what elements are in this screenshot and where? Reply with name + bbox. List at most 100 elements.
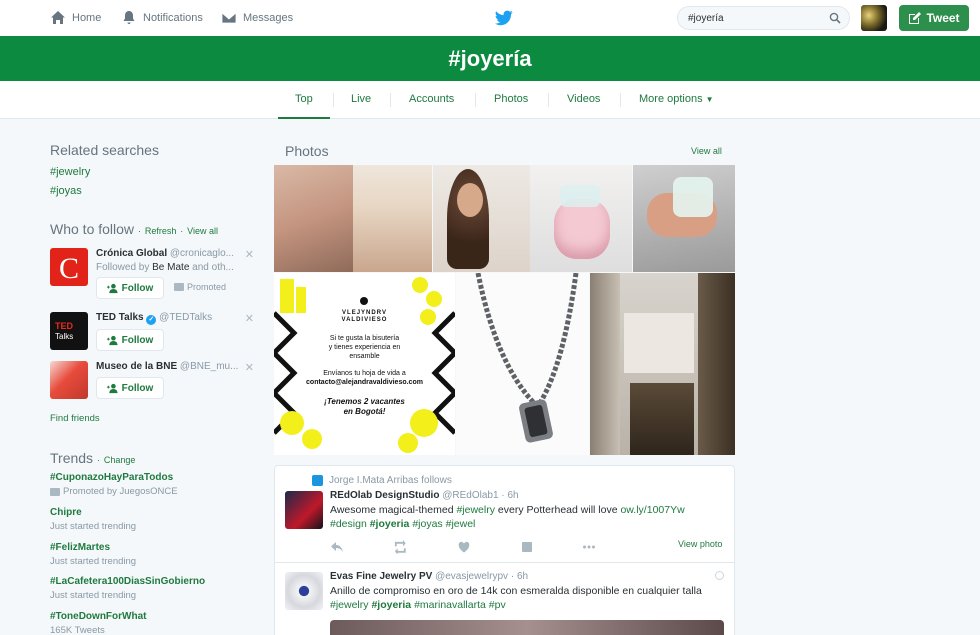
photo-grid: VLEJYNDRV VALDIVIESO Si te gusta la bisu… bbox=[274, 165, 735, 455]
photo-thumbnail[interactable] bbox=[590, 273, 735, 455]
hashtag-link-text: #joyeria bbox=[371, 599, 412, 611]
nav-messages-label: Messages bbox=[243, 12, 294, 24]
tweet-author[interactable]: REdOlab DesignStudio @REdOlab1 · 6h bbox=[330, 490, 519, 501]
tweet-time[interactable]: 6h bbox=[517, 571, 528, 582]
photo-thumbnail-ad[interactable]: VLEJYNDRV VALDIVIESO Si te gusta la bisu… bbox=[274, 273, 455, 455]
trend-name[interactable]: #ToneDownForWhat bbox=[50, 611, 146, 622]
add-user-icon bbox=[106, 383, 118, 393]
nav-home-label: Home bbox=[72, 12, 102, 24]
view-photo-link[interactable]: View photo bbox=[678, 539, 722, 549]
hashtag-link[interactable]: #design bbox=[330, 518, 367, 530]
trends-title: Trends bbox=[50, 450, 94, 466]
reply-icon[interactable] bbox=[330, 540, 344, 554]
ad-line: y tienes experiencia en bbox=[328, 344, 401, 351]
find-friends-link[interactable]: Find friends bbox=[50, 413, 100, 424]
tab-videos[interactable]: Videos bbox=[567, 81, 600, 119]
tweet-time[interactable]: 6h bbox=[507, 490, 518, 501]
follow-button[interactable]: Follow bbox=[96, 277, 164, 299]
tab-more-options[interactable]: More options ▼ bbox=[639, 81, 714, 119]
tab-photos[interactable]: Photos bbox=[494, 81, 528, 119]
trend-name[interactable]: Chipre bbox=[50, 507, 82, 518]
hashtag-link[interactable]: #pv bbox=[489, 599, 506, 611]
nav-home[interactable]: Home bbox=[50, 10, 101, 26]
avatar[interactable] bbox=[285, 491, 323, 529]
dismiss-icon[interactable]: ✕ bbox=[245, 361, 254, 374]
svg-text:TED: TED bbox=[55, 321, 74, 331]
avatar[interactable] bbox=[50, 361, 88, 399]
nav-notifications[interactable]: Notifications bbox=[121, 10, 203, 26]
dismiss-icon[interactable]: ✕ bbox=[245, 312, 254, 325]
hashtag-link[interactable]: #joyas bbox=[412, 518, 442, 530]
hashtag-link[interactable]: #joyeria bbox=[371, 599, 411, 611]
avatar[interactable] bbox=[285, 572, 323, 610]
follow-suggestion: TED Talks TED Talks ✓ @TEDTalks ✕ Follow bbox=[50, 312, 260, 352]
profile-avatar[interactable] bbox=[861, 5, 887, 31]
ad-line: Si te gusta la bisutería bbox=[329, 335, 400, 342]
avatar[interactable]: TED Talks bbox=[50, 312, 88, 350]
related-search-item[interactable]: #joyas bbox=[50, 185, 82, 197]
analytics-icon[interactable] bbox=[520, 540, 534, 554]
promoted-icon bbox=[50, 487, 60, 496]
related-search-item[interactable]: #jewelry bbox=[50, 166, 90, 178]
account-name-line[interactable]: TED Talks ✓ @TEDTalks bbox=[96, 312, 212, 325]
search-box[interactable] bbox=[677, 6, 850, 30]
photo-thumbnail[interactable] bbox=[530, 165, 632, 272]
hashtag-link[interactable]: #jewelry bbox=[330, 599, 369, 611]
tweet-url-link[interactable]: ow.ly/1007Yw bbox=[620, 504, 684, 516]
photo-thumbnail[interactable] bbox=[274, 165, 353, 272]
follow-button[interactable]: Follow bbox=[96, 329, 164, 351]
top-navigation-bar: Home Notifications Messages Tweet bbox=[0, 0, 980, 36]
photo-interior bbox=[624, 313, 694, 373]
tweet-stream: Jorge I.Mata Arribas follows REdOlab Des… bbox=[274, 465, 735, 635]
tab-accounts[interactable]: Accounts bbox=[409, 81, 454, 119]
necklace-graphic bbox=[475, 273, 579, 443]
tweet-button-label: Tweet bbox=[926, 11, 960, 25]
verified-icon: ✓ bbox=[146, 315, 157, 325]
nav-messages[interactable]: Messages bbox=[221, 10, 293, 26]
trend-name[interactable]: #FelizMartes bbox=[50, 542, 110, 553]
tweet-author-handle: @evasjewelrypv bbox=[435, 571, 509, 582]
account-handle: @BNE_mu... bbox=[179, 361, 239, 372]
ring-cube bbox=[673, 177, 713, 217]
like-icon[interactable] bbox=[457, 540, 471, 554]
ad-graphic bbox=[274, 273, 455, 455]
tweet-button[interactable]: Tweet bbox=[899, 5, 969, 31]
trend-name[interactable]: #CuponazoHayParaTodos bbox=[50, 472, 173, 483]
account-name-line[interactable]: Museo de la BNE @BNE_mu... bbox=[96, 361, 238, 372]
dismiss-icon[interactable]: ✕ bbox=[245, 248, 254, 261]
tweet-author[interactable]: Evas Fine Jewelry PV @evasjewelrypv · 6h bbox=[330, 571, 528, 582]
search-icon[interactable] bbox=[829, 12, 841, 24]
follow-button[interactable]: Follow bbox=[96, 377, 164, 399]
view-all-link[interactable]: View all bbox=[187, 226, 218, 236]
account-name-line[interactable]: Crónica Global @cronicaglo... bbox=[96, 248, 234, 259]
photo-thumbnail[interactable] bbox=[353, 165, 432, 272]
change-link[interactable]: Change bbox=[104, 455, 136, 465]
trend-name[interactable]: #LaCafetera100DiasSinGobierno bbox=[50, 576, 205, 587]
user-icon bbox=[312, 475, 323, 486]
tab-top[interactable]: Top bbox=[278, 81, 330, 119]
hashtag-link[interactable]: #joyeria bbox=[370, 518, 410, 530]
tweet-context: Jorge I.Mata Arribas follows bbox=[312, 475, 452, 486]
chevron-icon[interactable] bbox=[715, 571, 724, 580]
tweet-context-label: Jorge I.Mata Arribas follows bbox=[329, 475, 452, 486]
followed-by-name[interactable]: Be Mate bbox=[152, 262, 189, 273]
search-input[interactable] bbox=[678, 7, 818, 29]
tab-live[interactable]: Live bbox=[351, 81, 371, 119]
hashtag-link[interactable]: #marinavallarta bbox=[414, 599, 486, 611]
photo-thumbnail[interactable] bbox=[456, 273, 589, 455]
photos-view-all-link[interactable]: View all bbox=[691, 146, 722, 156]
hashtag-link[interactable]: #jewelry bbox=[456, 504, 495, 516]
hashtag-link[interactable]: #jewel bbox=[446, 518, 476, 530]
photo-thumbnail[interactable] bbox=[633, 165, 735, 272]
separator-dot: · bbox=[180, 226, 184, 236]
retweet-icon[interactable] bbox=[394, 540, 408, 554]
more-icon[interactable] bbox=[582, 540, 596, 554]
twitter-bird-icon[interactable] bbox=[495, 10, 513, 26]
home-icon bbox=[51, 11, 65, 24]
photo-thumbnail[interactable] bbox=[433, 165, 530, 272]
refresh-link[interactable]: Refresh bbox=[145, 226, 177, 236]
tweet-media-preview[interactable] bbox=[330, 620, 724, 635]
followed-by-suffix: and oth... bbox=[192, 262, 234, 273]
avatar[interactable]: C bbox=[50, 248, 88, 286]
tab-separator bbox=[475, 93, 476, 107]
